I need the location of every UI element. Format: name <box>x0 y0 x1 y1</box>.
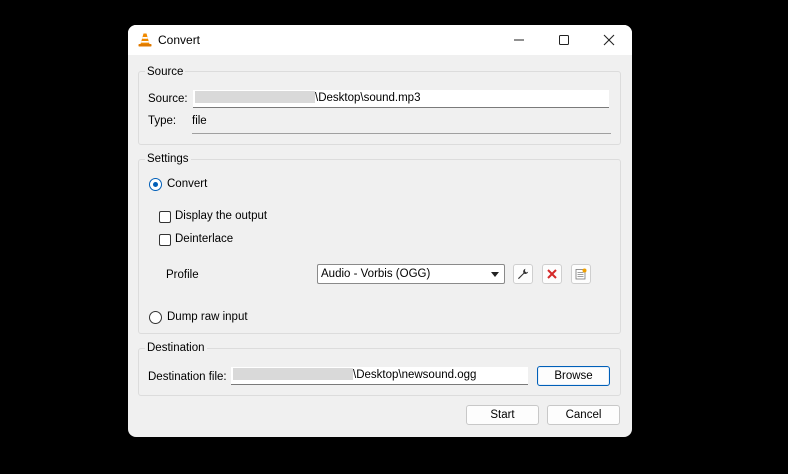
title-bar[interactable]: Convert <box>128 25 632 55</box>
window-title: Convert <box>158 33 201 47</box>
convert-label[interactable]: Convert <box>167 178 207 190</box>
destination-path-text: \Desktop\newsound.ogg <box>353 369 477 381</box>
source-path-text: \Desktop\sound.mp3 <box>315 92 421 104</box>
destination-group-label: Destination <box>145 342 207 354</box>
wrench-icon <box>518 268 529 280</box>
destination-file-label: Destination file: <box>148 371 227 383</box>
source-group-label: Source <box>145 66 186 78</box>
browse-button[interactable]: Browse <box>537 366 610 386</box>
maximize-icon <box>559 35 569 45</box>
minimize-button[interactable] <box>496 25 542 55</box>
deinterlace-checkbox[interactable] <box>159 234 171 246</box>
type-underline <box>192 133 611 134</box>
cancel-button[interactable]: Cancel <box>547 405 620 425</box>
close-icon <box>603 34 615 46</box>
profile-label: Profile <box>166 269 199 281</box>
edit-profile-button[interactable] <box>513 264 533 284</box>
destination-file-field[interactable]: \Desktop\newsound.ogg <box>231 367 528 385</box>
new-profile-icon <box>575 268 587 280</box>
settings-group-label: Settings <box>145 153 191 165</box>
display-output-checkbox[interactable] <box>159 211 171 223</box>
close-button[interactable] <box>586 25 632 55</box>
delete-icon <box>547 269 557 279</box>
profile-select[interactable]: Audio - Vorbis (OGG) <box>317 264 505 284</box>
delete-profile-button[interactable] <box>542 264 562 284</box>
source-path-field[interactable]: \Desktop\sound.mp3 <box>193 90 609 108</box>
dump-raw-label[interactable]: Dump raw input <box>167 311 248 323</box>
convert-radio[interactable] <box>149 178 162 191</box>
display-output-label[interactable]: Display the output <box>175 210 267 222</box>
source-label: Source: <box>148 93 188 105</box>
vlc-cone-icon <box>137 32 153 48</box>
type-value: file <box>192 115 207 127</box>
redacted-path <box>233 368 353 380</box>
chevron-down-icon <box>491 272 499 277</box>
dump-raw-radio[interactable] <box>149 311 162 324</box>
redacted-path <box>195 91 315 103</box>
settings-group <box>138 159 621 334</box>
deinterlace-label[interactable]: Deinterlace <box>175 233 233 245</box>
convert-dialog: Convert Source Source: \Desktop\sound.mp… <box>128 25 632 437</box>
minimize-icon <box>514 39 524 41</box>
profile-select-value: Audio - Vorbis (OGG) <box>321 268 431 280</box>
new-profile-button[interactable] <box>571 264 591 284</box>
type-label: Type: <box>148 115 177 127</box>
start-button[interactable]: Start <box>466 405 539 425</box>
maximize-button[interactable] <box>541 25 587 55</box>
